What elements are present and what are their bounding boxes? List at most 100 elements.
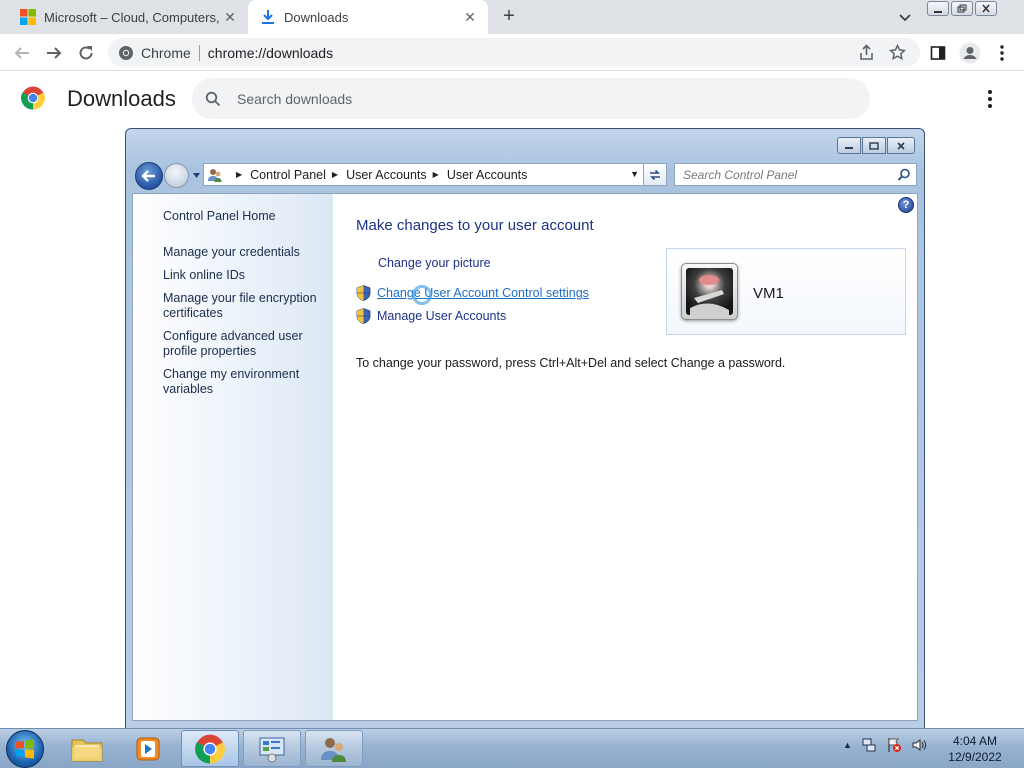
restore-button[interactable]: [951, 1, 973, 16]
microsoft-logo-icon: [20, 9, 36, 25]
task-links: Manage your credentials Link online IDs …: [163, 245, 325, 405]
profile-button[interactable]: [958, 41, 982, 65]
forward-button[interactable]: [164, 163, 189, 188]
bookmark-star-icon[interactable]: [889, 44, 906, 61]
window-controls: [927, 1, 997, 16]
help-button[interactable]: ?: [898, 197, 914, 213]
change-uac-settings-link[interactable]: Change User Account Control settings: [356, 285, 589, 301]
recent-pages-chevron-icon[interactable]: [192, 171, 201, 180]
page-title: Downloads: [67, 86, 176, 111]
chrome-logo-icon: [21, 86, 45, 110]
task-link[interactable]: Manage your credentials: [163, 245, 325, 260]
downloads-more-button[interactable]: [980, 88, 1000, 110]
task-link[interactable]: Link online IDs: [163, 268, 325, 283]
url-text: chrome://downloads: [207, 44, 334, 61]
tab-microsoft[interactable]: Microsoft – Cloud, Computers, Ap ✕: [8, 0, 248, 34]
busy-cursor-icon: [412, 285, 432, 305]
chrome-icon: [195, 734, 225, 763]
action-center-flag-icon[interactable]: [886, 737, 902, 753]
control-panel-search[interactable]: [674, 163, 917, 186]
tab-title: Microsoft – Cloud, Computers, Ap: [44, 9, 220, 25]
breadcrumb-separator-icon[interactable]: ▶: [433, 170, 439, 179]
profile-avatar-icon: [959, 42, 981, 64]
address-dropdown-icon[interactable]: ▼: [630, 169, 639, 179]
minimize-button[interactable]: [927, 1, 949, 16]
search-control-panel-input[interactable]: [683, 167, 883, 182]
tab-search-chevron-icon[interactable]: [896, 8, 914, 26]
arrow-left-icon: [14, 47, 29, 59]
refresh-button[interactable]: [644, 163, 667, 186]
breadcrumb-user-accounts[interactable]: User Accounts: [346, 168, 427, 182]
control-panel-icon: [259, 737, 285, 762]
turntable-picture-icon: [686, 268, 733, 315]
maximize-button[interactable]: [862, 137, 886, 154]
tab-title: Downloads: [284, 9, 349, 25]
folder-icon: [71, 739, 103, 761]
user-accounts-icon: [321, 737, 346, 762]
site-chip[interactable]: Chrome: [118, 45, 191, 61]
site-label: Chrome: [141, 44, 191, 61]
media-player-icon: [136, 737, 160, 760]
task-link[interactable]: Manage your file encryption certificates: [163, 291, 325, 321]
show-hidden-icons-icon[interactable]: ▲: [843, 740, 852, 750]
search-icon[interactable]: [897, 168, 911, 182]
user-tile: VM1: [666, 248, 906, 335]
tab-strip: Microsoft – Cloud, Computers, Ap ✕ Downl…: [0, 0, 1024, 34]
new-tab-button[interactable]: +: [497, 6, 521, 28]
breadcrumb-user-accounts-current[interactable]: User Accounts: [447, 168, 528, 182]
minimize-button[interactable]: [837, 137, 861, 154]
close-window-button[interactable]: [887, 137, 915, 154]
share-icon[interactable]: [858, 44, 875, 61]
search-icon: [205, 91, 221, 106]
breadcrumb-separator-icon[interactable]: ▶: [332, 170, 338, 179]
more-vertical-icon: [1000, 45, 1004, 61]
side-panel-button[interactable]: [926, 41, 950, 65]
tab-downloads[interactable]: Downloads ✕: [248, 0, 488, 34]
taskbar-control-panel[interactable]: [243, 730, 301, 767]
link-label: Change User Account Control settings: [377, 286, 589, 300]
address-bar[interactable]: Chrome chrome://downloads: [108, 38, 920, 67]
manage-user-accounts-link[interactable]: Manage User Accounts: [356, 308, 506, 324]
taskbar-user-accounts[interactable]: [305, 730, 363, 767]
taskbar-media-player[interactable]: [119, 730, 177, 767]
close-tab-icon[interactable]: ✕: [220, 7, 240, 27]
clock-time: 4:04 AM: [952, 734, 998, 748]
windows-logo-icon: [16, 739, 34, 759]
control-panel-home-link[interactable]: Control Panel Home: [163, 209, 276, 223]
task-link[interactable]: Change my environment variables: [163, 367, 325, 397]
user-name: VM1: [753, 285, 784, 302]
network-icon[interactable]: [861, 737, 877, 753]
more-dot: [988, 90, 992, 94]
forward-button[interactable]: [41, 40, 67, 66]
arrow-left-icon: [141, 170, 155, 182]
address-breadcrumb[interactable]: ▶ Control Panel ▶ User Accounts ▶ User A…: [203, 163, 644, 186]
change-picture-link[interactable]: Change your picture: [378, 256, 491, 270]
search-downloads-input[interactable]: [237, 90, 797, 107]
back-button[interactable]: [9, 40, 35, 66]
taskbar-chrome[interactable]: [181, 730, 239, 767]
breadcrumb-separator-icon[interactable]: ▶: [236, 170, 242, 179]
chrome-menu-button[interactable]: [990, 41, 1014, 65]
volume-icon[interactable]: [911, 737, 927, 753]
task-link[interactable]: Configure advanced user profile properti…: [163, 329, 325, 359]
arrow-right-icon: [47, 47, 62, 59]
taskbar-explorer[interactable]: [58, 730, 116, 767]
breadcrumb-control-panel[interactable]: Control Panel: [250, 168, 326, 182]
task-pane: Control Panel Home Manage your credentia…: [133, 194, 333, 720]
download-icon: [262, 10, 274, 24]
downloads-search[interactable]: [192, 78, 870, 119]
reload-icon: [79, 46, 93, 60]
uac-shield-icon: [356, 308, 371, 324]
more-dot: [988, 104, 992, 108]
start-button[interactable]: [6, 730, 44, 768]
user-picture[interactable]: [681, 263, 738, 320]
link-label: Change your picture: [378, 256, 491, 270]
close-tab-icon[interactable]: ✕: [460, 7, 480, 27]
system-clock[interactable]: 4:04 AM 12/9/2022: [940, 733, 1010, 765]
back-button[interactable]: [135, 162, 163, 190]
user-accounts-small-icon: [208, 168, 222, 182]
close-window-button[interactable]: [975, 1, 997, 16]
password-note: To change your password, press Ctrl+Alt+…: [356, 356, 786, 370]
reload-button[interactable]: [73, 40, 99, 66]
omnibox-actions: [858, 44, 906, 61]
